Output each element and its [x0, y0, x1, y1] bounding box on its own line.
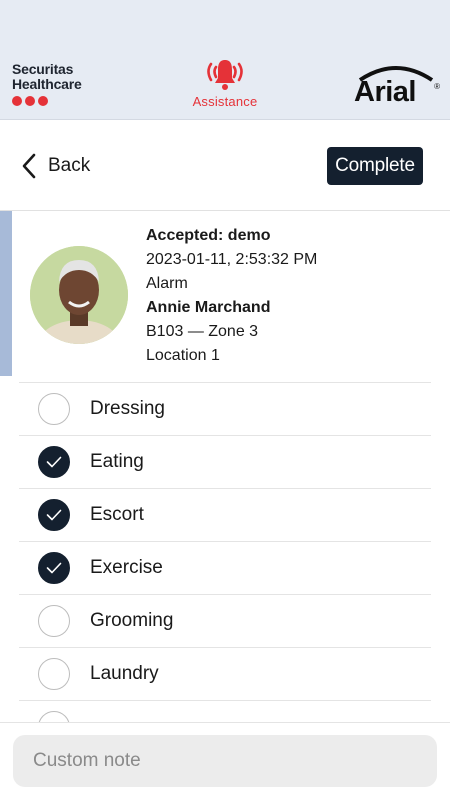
brand-line-2: Healthcare: [12, 76, 82, 92]
task-label: Grooming: [90, 610, 174, 631]
checkmark-icon[interactable]: [38, 499, 70, 531]
task-item-laundry[interactable]: Laundry: [19, 648, 431, 701]
task-item-escort[interactable]: Escort: [19, 489, 431, 542]
securitas-logo: Securitas Healthcare: [12, 62, 82, 106]
task-label: Escort: [90, 504, 144, 525]
alarm-bell-icon: [207, 60, 243, 90]
resident-location: Location 1: [146, 347, 220, 364]
nav-bar: Back Complete: [0, 121, 450, 211]
unchecked-circle-icon[interactable]: [38, 605, 70, 637]
alarm-type: Alarm: [146, 275, 188, 292]
complete-button[interactable]: Complete: [327, 147, 423, 185]
unchecked-circle-icon[interactable]: [38, 393, 70, 425]
resident-name: Annie Marchand: [146, 299, 271, 316]
unchecked-circle-icon[interactable]: [38, 658, 70, 690]
arial-logo: Arial ®: [354, 62, 440, 110]
alarm-timestamp: 2023-01-11, 2:53:32 PM: [146, 251, 318, 268]
task-item-partial[interactable]: [19, 701, 431, 722]
assistance-button[interactable]: Assistance: [180, 58, 270, 109]
brand-line-1: Securitas: [12, 61, 74, 77]
resident-avatar: [30, 246, 128, 344]
task-item-eating[interactable]: Eating: [19, 436, 431, 489]
back-label: Back: [48, 155, 91, 176]
task-label: Dressing: [90, 398, 165, 419]
resident-room: B103 — Zone 3: [146, 323, 259, 340]
checkmark-icon[interactable]: [38, 446, 70, 478]
card-accent-bar: [0, 211, 12, 376]
resident-card: Accepted: demo 2023-01-11, 2:53:32 PM Al…: [0, 211, 450, 381]
arial-logo-text: Arial: [354, 76, 416, 108]
brand-dots: [12, 96, 82, 106]
custom-note-input[interactable]: [13, 735, 437, 787]
resident-info: Accepted: demo 2023-01-11, 2:53:32 PM Al…: [146, 224, 317, 368]
registered-mark: ®: [434, 82, 440, 91]
assistance-label: Assistance: [192, 94, 258, 109]
task-item-grooming[interactable]: Grooming: [19, 595, 431, 648]
chevron-left-icon: [22, 153, 36, 179]
task-item-exercise[interactable]: Exercise: [19, 542, 431, 595]
accepted-by: Accepted: demo: [146, 227, 271, 244]
task-label: Exercise: [90, 557, 163, 578]
task-label: Eating: [90, 451, 144, 472]
note-bar: [0, 722, 450, 800]
app-header: Securitas Healthcare Assistance Arial ®: [0, 0, 450, 120]
task-item-dressing[interactable]: Dressing: [19, 383, 431, 436]
checkmark-icon[interactable]: [38, 552, 70, 584]
task-label: Laundry: [90, 663, 159, 684]
unchecked-circle-icon[interactable]: [38, 711, 70, 722]
task-list[interactable]: Dressing Eating Escort Exercise Grooming…: [19, 382, 431, 722]
back-button[interactable]: Back: [22, 153, 90, 179]
